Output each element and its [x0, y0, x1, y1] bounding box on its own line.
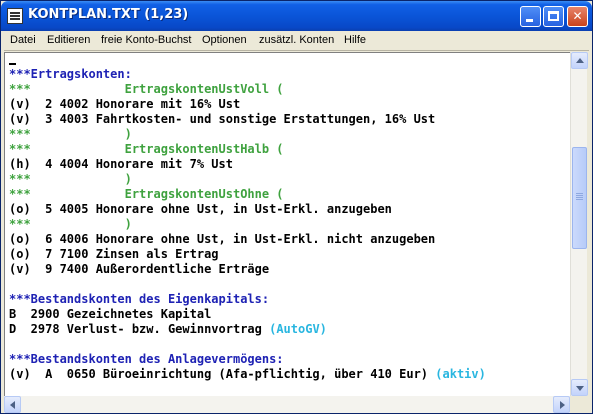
scroll-left-button[interactable] — [4, 396, 21, 413]
resize-grip[interactable] — [570, 396, 587, 413]
arrow-right-icon — [560, 401, 565, 409]
notepad-icon[interactable] — [7, 8, 23, 24]
window-title: KONTPLAN.TXT (1,23) — [28, 7, 189, 22]
horizontal-scrollbar[interactable] — [4, 396, 570, 413]
menu-separator — [4, 50, 589, 51]
menu-editieren[interactable]: Editieren — [47, 34, 90, 46]
line-segment: (v) 2 4002 Honorare mit 16% Ust — [9, 97, 241, 111]
scroll-down-button[interactable] — [571, 379, 588, 396]
line-segment: (v) 9 7400 Außerordentliche Erträge — [9, 262, 270, 276]
editor-line: (h) 4 4004 Honorare mit 7% Ust — [9, 157, 233, 172]
editor-line: *** ) — [9, 127, 132, 142]
editor-line: ***Bestandskonten des Anlagevermögens: — [9, 352, 284, 367]
editor-line: *** ErtragskontenUstHalb ( — [9, 142, 284, 157]
line-segment: (v) 3 4003 Fahrtkosten- und sonstige Ers… — [9, 112, 436, 126]
editor-line: (o) 5 4005 Honorare ohne Ust, in Ust-Erk… — [9, 202, 392, 217]
editor-line: (o) 6 4006 Honorare ohne Ust, in Ust-Erk… — [9, 232, 435, 247]
scroll-right-button[interactable] — [553, 396, 570, 413]
minimize-button[interactable] — [520, 6, 541, 27]
line-segment: (o) 6 4006 Honorare ohne Ust, in Ust-Erk… — [9, 232, 436, 246]
line-segment: D 2978 Verlust- bzw. Gewinnvortrag — [9, 322, 270, 336]
line-segment: (o) 5 4005 Honorare ohne Ust, in Ust-Erk… — [9, 202, 392, 216]
line-segment: (h) 4 4004 Honorare mit 7% Ust — [9, 157, 233, 171]
text-editor-area[interactable]: ***Ertragskonten: *** ErtragskontenUstVol… — [4, 52, 570, 396]
menu-datei[interactable]: Datei — [10, 34, 36, 46]
menu-bar: Datei Editieren freie Konto-Buchst Optio… — [4, 31, 589, 50]
line-segment: *** ErtragskontenUstHalb ( — [9, 142, 284, 156]
line-segment: (o) 7 7100 Zinsen als Ertrag — [9, 247, 219, 261]
arrow-up-icon — [576, 58, 584, 63]
close-button[interactable]: ✕ — [567, 6, 588, 27]
menu-optionen[interactable]: Optionen — [202, 34, 247, 46]
line-segment: *** ) — [9, 217, 132, 231]
editor-line: *** ErtragskontenUstOhne ( — [9, 187, 284, 202]
editor-line: (v) 2 4002 Honorare mit 16% Ust — [9, 97, 240, 112]
menu-zusaetzl-konten[interactable]: zusätzl. Konten — [259, 34, 334, 46]
arrow-left-icon — [10, 401, 15, 409]
scroll-up-button[interactable] — [571, 52, 588, 69]
line-segment: *** — [9, 82, 125, 96]
line-segment: (v) A 0650 Büroeinrichtung (Afa-pflichti… — [9, 367, 436, 381]
editor-line: (o) 7 7100 Zinsen als Ertrag — [9, 247, 219, 262]
vertical-scroll-thumb[interactable] — [572, 147, 587, 249]
app-window: KONTPLAN.TXT (1,23) ✕ Datei Editieren fr… — [0, 0, 593, 414]
editor-line: *** ErtragskontenUstVoll ( — [9, 82, 284, 97]
line-segment: ***Ertragskonten: — [9, 67, 132, 81]
close-icon: ✕ — [572, 9, 583, 23]
vertical-scrollbar[interactable] — [570, 52, 588, 396]
editor-line: *** ) — [9, 172, 132, 187]
editor-line: (v) 9 7400 Außerordentliche Erträge — [9, 262, 269, 277]
line-segment: ***Bestandskonten des Eigenkapitals: — [9, 292, 270, 306]
maximize-button[interactable] — [543, 6, 564, 27]
line-segment: ErtragskontenUstVoll ( — [124, 82, 284, 96]
line-segment: ***Bestandskonten des Anlagevermögens: — [9, 352, 284, 366]
line-segment: *** ErtragskontenUstOhne ( — [9, 187, 284, 201]
arrow-down-icon — [576, 386, 584, 391]
menu-freie-konto-buchst[interactable]: freie Konto-Buchst — [101, 34, 192, 46]
editor-line: ***Ertragskonten: — [9, 67, 132, 82]
editor-line: D 2978 Verlust- bzw. Gewinnvortrag (Auto… — [9, 322, 327, 337]
editor-line: *** ) — [9, 217, 132, 232]
line-segment: (AutoGV) — [269, 322, 327, 336]
line-segment: B 2900 Gezeichnetes Kapital — [9, 307, 212, 321]
editor-line: (v) 3 4003 Fahrtkosten- und sonstige Ers… — [9, 112, 435, 127]
text-cursor — [9, 63, 16, 65]
editor-line: (v) A 0650 Büroeinrichtung (Afa-pflichti… — [9, 367, 486, 382]
editor-line: ***Bestandskonten des Eigenkapitals: — [9, 292, 269, 307]
title-bar[interactable]: KONTPLAN.TXT (1,23) ✕ — [1, 1, 592, 31]
menu-hilfe[interactable]: Hilfe — [344, 34, 366, 46]
editor-line: B 2900 Gezeichnetes Kapital — [9, 307, 211, 322]
line-segment: *** ) — [9, 127, 132, 141]
line-segment: *** ) — [9, 172, 132, 186]
line-segment: (aktiv) — [435, 367, 486, 381]
